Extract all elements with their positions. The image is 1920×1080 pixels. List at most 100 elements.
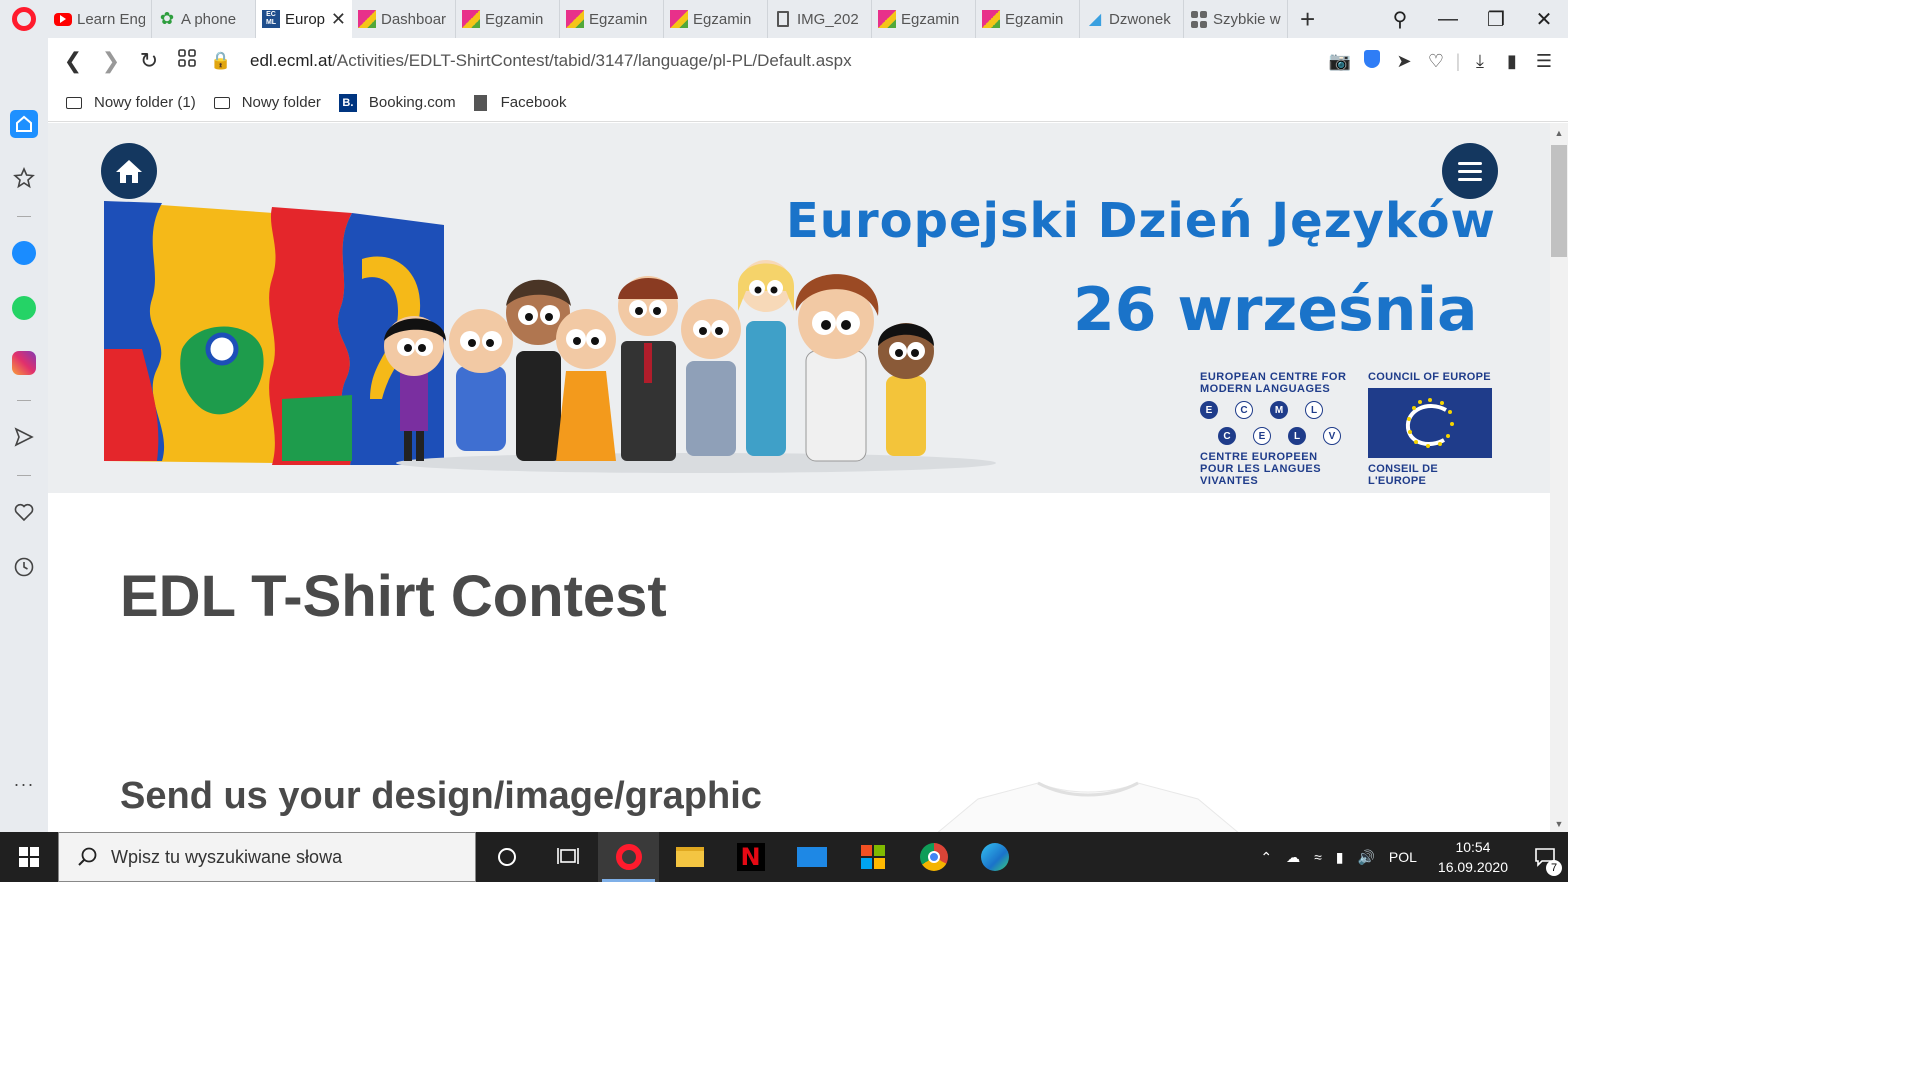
taskbar-file-explorer[interactable] — [659, 832, 720, 882]
bookmarks-button[interactable] — [10, 164, 38, 192]
cortana-button[interactable] — [476, 832, 537, 882]
bookmark-item[interactable]: Facebook — [473, 94, 567, 111]
star-icon — [13, 167, 35, 189]
system-tray: ⌃ ☁ ≈ ▮ 🔊 POL 10:54 16.09.2020 7 — [1253, 832, 1568, 882]
volume-icon[interactable]: 🔊 — [1357, 849, 1374, 866]
clover-icon: ✿ — [159, 9, 175, 28]
messenger-button[interactable] — [10, 239, 38, 267]
whatsapp-icon — [12, 296, 36, 320]
ecml-letter: E — [1200, 401, 1218, 419]
speed-dial-home-button[interactable] — [10, 110, 38, 138]
new-tab-button[interactable]: + — [1300, 4, 1330, 35]
opera-menu-button[interactable] — [0, 0, 48, 38]
taskbar-netflix[interactable]: N — [720, 832, 781, 882]
address-bar-tools: 📷 ➤ ♡ | ⤓ ▮ ☰ — [1324, 38, 1560, 84]
whatsapp-button[interactable] — [10, 294, 38, 322]
youtube-icon — [54, 10, 72, 28]
bell-icon: ◢ — [1088, 11, 1102, 28]
tab-label: Egzamin — [901, 10, 960, 28]
tab-overview-button[interactable] — [168, 48, 206, 74]
ecml-title-fr: CENTRE EUROPEEN POUR LES LANGUES VIVANTE… — [1200, 451, 1322, 487]
tab-label: A phone — [181, 10, 237, 28]
bookmark-label: Nowy folder — [241, 94, 321, 111]
cortana-icon — [497, 848, 516, 866]
scroll-up-arrow-icon[interactable]: ▲ — [1550, 125, 1568, 141]
taskbar-edge[interactable] — [964, 832, 1025, 882]
ecml-letter: V — [1323, 427, 1341, 445]
action-center-button[interactable]: 7 — [1522, 832, 1568, 882]
tab[interactable]: Egzamin — [456, 0, 560, 38]
grid-icon — [178, 49, 196, 67]
lock-icon[interactable]: 🔒 — [206, 51, 236, 71]
taskbar-mail[interactable] — [781, 832, 842, 882]
search-tabs-icon[interactable]: ⚲ — [1376, 7, 1424, 32]
close-tab-icon[interactable]: ✕ — [331, 9, 346, 30]
downloads-icon[interactable]: ⤓ — [1464, 51, 1496, 72]
moodle-icon — [670, 10, 688, 28]
tab-active[interactable]: EC ML Europ ✕ — [256, 0, 352, 38]
tab[interactable]: ✿ A phone — [152, 0, 256, 38]
notification-count-badge: 7 — [1546, 860, 1562, 876]
tab[interactable]: IMG_202 — [768, 0, 872, 38]
ecml-letter: C — [1235, 401, 1253, 419]
my-flow-favorites-button[interactable] — [10, 498, 38, 526]
adblock-shield-icon[interactable] — [1356, 49, 1388, 73]
tab[interactable]: Egzamin — [976, 0, 1080, 38]
instagram-button[interactable] — [10, 349, 38, 377]
url-field[interactable]: edl.ecml.at/Activities/EDLT-ShirtContest… — [250, 51, 852, 71]
tab-label: Egzamin — [693, 10, 752, 28]
minimize-button[interactable]: — — [1424, 8, 1472, 31]
edl-banner: Europejski Dzień Języków 26 września EUR… — [48, 123, 1550, 493]
forward-button[interactable]: ❯ — [92, 48, 130, 74]
site-home-button[interactable] — [101, 143, 157, 199]
scroll-down-arrow-icon[interactable]: ▼ — [1550, 816, 1568, 832]
easy-setup-icon[interactable]: ☰ — [1528, 51, 1560, 72]
tab[interactable]: Egzamin — [872, 0, 976, 38]
taskbar-clock[interactable]: 10:54 16.09.2020 — [1438, 837, 1508, 877]
back-button[interactable]: ❮ — [54, 48, 92, 74]
taskbar-chrome[interactable] — [903, 832, 964, 882]
send-to-flow-icon[interactable]: ➤ — [1388, 51, 1420, 72]
battery-saver-icon[interactable]: ▮ — [1496, 51, 1528, 72]
coe-flag-icon — [1368, 388, 1492, 458]
home-icon — [116, 160, 142, 183]
flow-button[interactable] — [10, 423, 38, 451]
page-scrollbar[interactable]: ▲ ▼ — [1550, 123, 1568, 832]
tab[interactable]: Szybkie w — [1184, 0, 1288, 38]
heart-icon[interactable]: ♡ — [1420, 51, 1452, 72]
edge-icon — [980, 843, 1009, 871]
snapshot-icon[interactable]: 📷 — [1324, 51, 1356, 72]
reload-button[interactable]: ↻ — [130, 48, 168, 74]
tab[interactable]: Egzamin — [664, 0, 768, 38]
tab[interactable]: ◢ Dzwonek — [1080, 0, 1184, 38]
taskbar-store[interactable] — [842, 832, 903, 882]
moodle-icon — [566, 10, 584, 28]
bookmark-item[interactable]: Nowy folder (1) — [66, 94, 196, 111]
onedrive-icon[interactable]: ☁ — [1286, 849, 1300, 866]
coe-title-fr: CONSEIL DE L'EUROPE — [1368, 463, 1439, 487]
taskbar-search-box[interactable]: Wpisz tu wyszukiwane słowa — [58, 832, 476, 882]
tab[interactable]: Learn Eng — [48, 0, 152, 38]
input-language[interactable]: POL — [1389, 849, 1417, 865]
bookmark-item[interactable]: Nowy folder — [213, 94, 321, 111]
battery-icon[interactable]: ▮ — [1336, 849, 1344, 866]
show-hidden-icons-icon[interactable]: ⌃ — [1260, 849, 1272, 866]
tab[interactable]: Egzamin — [560, 0, 664, 38]
restore-button[interactable]: ❐ — [1472, 7, 1520, 32]
tab[interactable]: Dashboar — [352, 0, 456, 38]
scrollbar-thumb[interactable] — [1551, 145, 1567, 257]
start-button[interactable] — [0, 832, 58, 882]
moodle-icon — [982, 10, 1000, 28]
ecml-letter: C — [1218, 427, 1236, 445]
document-icon — [473, 94, 487, 111]
site-menu-button[interactable] — [1442, 143, 1498, 199]
taskbar-opera[interactable] — [598, 832, 659, 882]
sidebar-more-icon[interactable]: ··· — [10, 770, 38, 798]
history-button[interactable] — [10, 553, 38, 581]
task-view-button[interactable] — [537, 832, 598, 882]
bookmark-item[interactable]: B. Booking.com — [338, 93, 456, 112]
cartoon-people-illustration — [384, 260, 996, 473]
wifi-icon[interactable]: ≈ — [1314, 849, 1322, 865]
page-subtitle: Send us your design/image/graphic — [120, 775, 762, 817]
close-window-button[interactable]: ✕ — [1520, 7, 1568, 32]
